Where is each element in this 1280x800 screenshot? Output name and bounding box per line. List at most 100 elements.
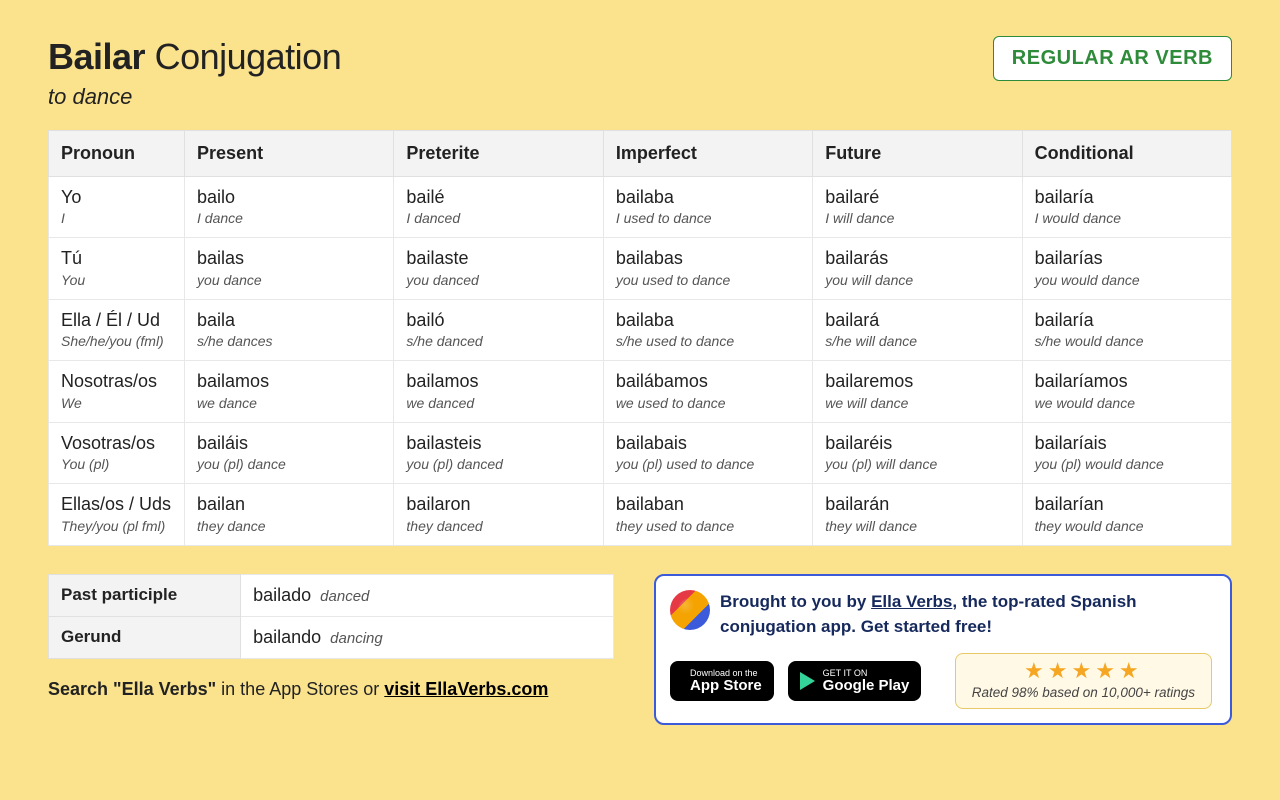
table-header: Present [185,131,394,177]
gerund-cell: bailando dancing [241,616,614,658]
table-row: YoIbailoI dancebailéI dancedbailabaI use… [49,177,1232,238]
conjugation-es: bailabais [616,431,800,455]
conjugation-cell: bailamoswe danced [394,361,603,422]
conjugation-cell: bailamoswe dance [185,361,394,422]
past-participle-cell: bailado danced [241,574,614,616]
pronoun-es: Ellas/os / Uds [61,492,172,516]
conjugation-cell: bailarás/he will dance [813,299,1022,360]
conjugation-es: bailan [197,492,381,516]
conjugation-es: bailaba [616,185,800,209]
promo-text: Brought to you by Ella Verbs, the top-ra… [720,590,1212,639]
conjugation-es: bailaríamos [1035,369,1219,393]
conjugation-cell: bailabasyou used to dance [603,238,812,299]
gerund-en: dancing [330,630,383,647]
conjugation-en: s/he would dance [1035,332,1219,350]
star-icons: ★★★★★ [972,660,1195,682]
conjugation-en: you (pl) would dance [1035,455,1219,473]
conjugation-en: we dance [197,394,381,412]
gerund-label: Gerund [49,616,241,658]
conjugation-cell: bailós/he danced [394,299,603,360]
title-suffix: Conjugation [155,36,342,77]
conjugation-en: we will dance [825,394,1009,412]
conjugation-en: I would dance [1035,209,1219,227]
table-row: TúYoubailasyou dancebailasteyou dancedba… [49,238,1232,299]
conjugation-en: you would dance [1035,271,1219,289]
conjugation-es: bailáis [197,431,381,455]
table-row: Vosotras/osYou (pl)bailáisyou (pl) dance… [49,422,1232,483]
pronoun-cell: Vosotras/osYou (pl) [49,422,185,483]
conjugation-table: PronounPresentPreteriteImperfectFutureCo… [48,130,1232,546]
conjugation-es: bailarían [1035,492,1219,516]
conjugation-en: they would dance [1035,517,1219,535]
pronoun-es: Tú [61,246,172,270]
pronoun-es: Ella / Él / Ud [61,308,172,332]
rating-box: ★★★★★ Rated 98% based on 10,000+ ratings [955,653,1212,709]
conjugation-cell: bailaronthey danced [394,484,603,545]
conjugation-es: bailará [825,308,1009,332]
conjugation-cell: bailaremoswe will dance [813,361,1022,422]
conjugation-cell: bailaríaI would dance [1022,177,1231,238]
conjugation-cell: bailarías/he would dance [1022,299,1231,360]
conjugation-cell: bailaréisyou (pl) will dance [813,422,1022,483]
conjugation-en: you (pl) dance [197,455,381,473]
conjugation-cell: bailasteyou danced [394,238,603,299]
table-header: Future [813,131,1022,177]
conjugation-en: you danced [406,271,590,289]
promo-prefix: Brought to you by [720,592,871,611]
app-store-button[interactable]: Download on the App Store [670,661,774,701]
table-header: Preterite [394,131,603,177]
conjugation-cell: bailabas/he used to dance [603,299,812,360]
conjugation-en: I dance [197,209,381,227]
google-play-button[interactable]: GET IT ON Google Play [788,661,922,701]
conjugation-cell: bailaréI will dance [813,177,1022,238]
app-icon [670,590,710,630]
search-prefix: Search "Ella Verbs" [48,679,216,699]
conjugation-en: you will dance [825,271,1009,289]
promo-box: Brought to you by Ella Verbs, the top-ra… [654,574,1232,725]
conjugation-cell: bailaríaisyou (pl) would dance [1022,422,1231,483]
pronoun-en: She/he/you (fml) [61,332,172,350]
ellaverbs-link[interactable]: visit EllaVerbs.com [384,679,548,699]
conjugation-es: bailaríais [1035,431,1219,455]
conjugation-cell: bailanthey dance [185,484,394,545]
pronoun-cell: Ella / Él / UdShe/he/you (fml) [49,299,185,360]
conjugation-es: bailamos [197,369,381,393]
appstore-bot: App Store [690,678,762,694]
gerund-es: bailando [253,627,321,647]
pronoun-cell: YoI [49,177,185,238]
conjugation-en: they will dance [825,517,1009,535]
conjugation-en: you (pl) used to dance [616,455,800,473]
table-header: Conditional [1022,131,1231,177]
conjugation-cell: bailéI danced [394,177,603,238]
table-header: Imperfect [603,131,812,177]
conjugation-es: bailamos [406,369,590,393]
conjugation-en: they danced [406,517,590,535]
promo-link[interactable]: Ella Verbs [871,592,952,611]
conjugation-es: bailaría [1035,308,1219,332]
pronoun-en: I [61,209,172,227]
table-header: Pronoun [49,131,185,177]
conjugation-en: they used to dance [616,517,800,535]
conjugation-en: I danced [406,209,590,227]
conjugation-es: bailaban [616,492,800,516]
past-participle-es: bailado [253,585,311,605]
pronoun-es: Yo [61,185,172,209]
conjugation-en: we used to dance [616,394,800,412]
pronoun-en: They/you (pl fml) [61,517,172,535]
conjugation-cell: bailasyou dance [185,238,394,299]
conjugation-en: s/he will dance [825,332,1009,350]
conjugation-cell: bailabanthey used to dance [603,484,812,545]
conjugation-en: s/he used to dance [616,332,800,350]
conjugation-es: bailaré [825,185,1009,209]
conjugation-cell: bailáisyou (pl) dance [185,422,394,483]
pronoun-cell: Ellas/os / UdsThey/you (pl fml) [49,484,185,545]
conjugation-en: we danced [406,394,590,412]
conjugation-es: bailas [197,246,381,270]
conjugation-en: I used to dance [616,209,800,227]
conjugation-es: bailó [406,308,590,332]
conjugation-cell: bailabaI used to dance [603,177,812,238]
conjugation-es: baila [197,308,381,332]
table-row: Nosotras/osWebailamoswe dancebailamoswe … [49,361,1232,422]
pronoun-cell: Nosotras/osWe [49,361,185,422]
search-line: Search "Ella Verbs" in the App Stores or… [48,679,614,700]
